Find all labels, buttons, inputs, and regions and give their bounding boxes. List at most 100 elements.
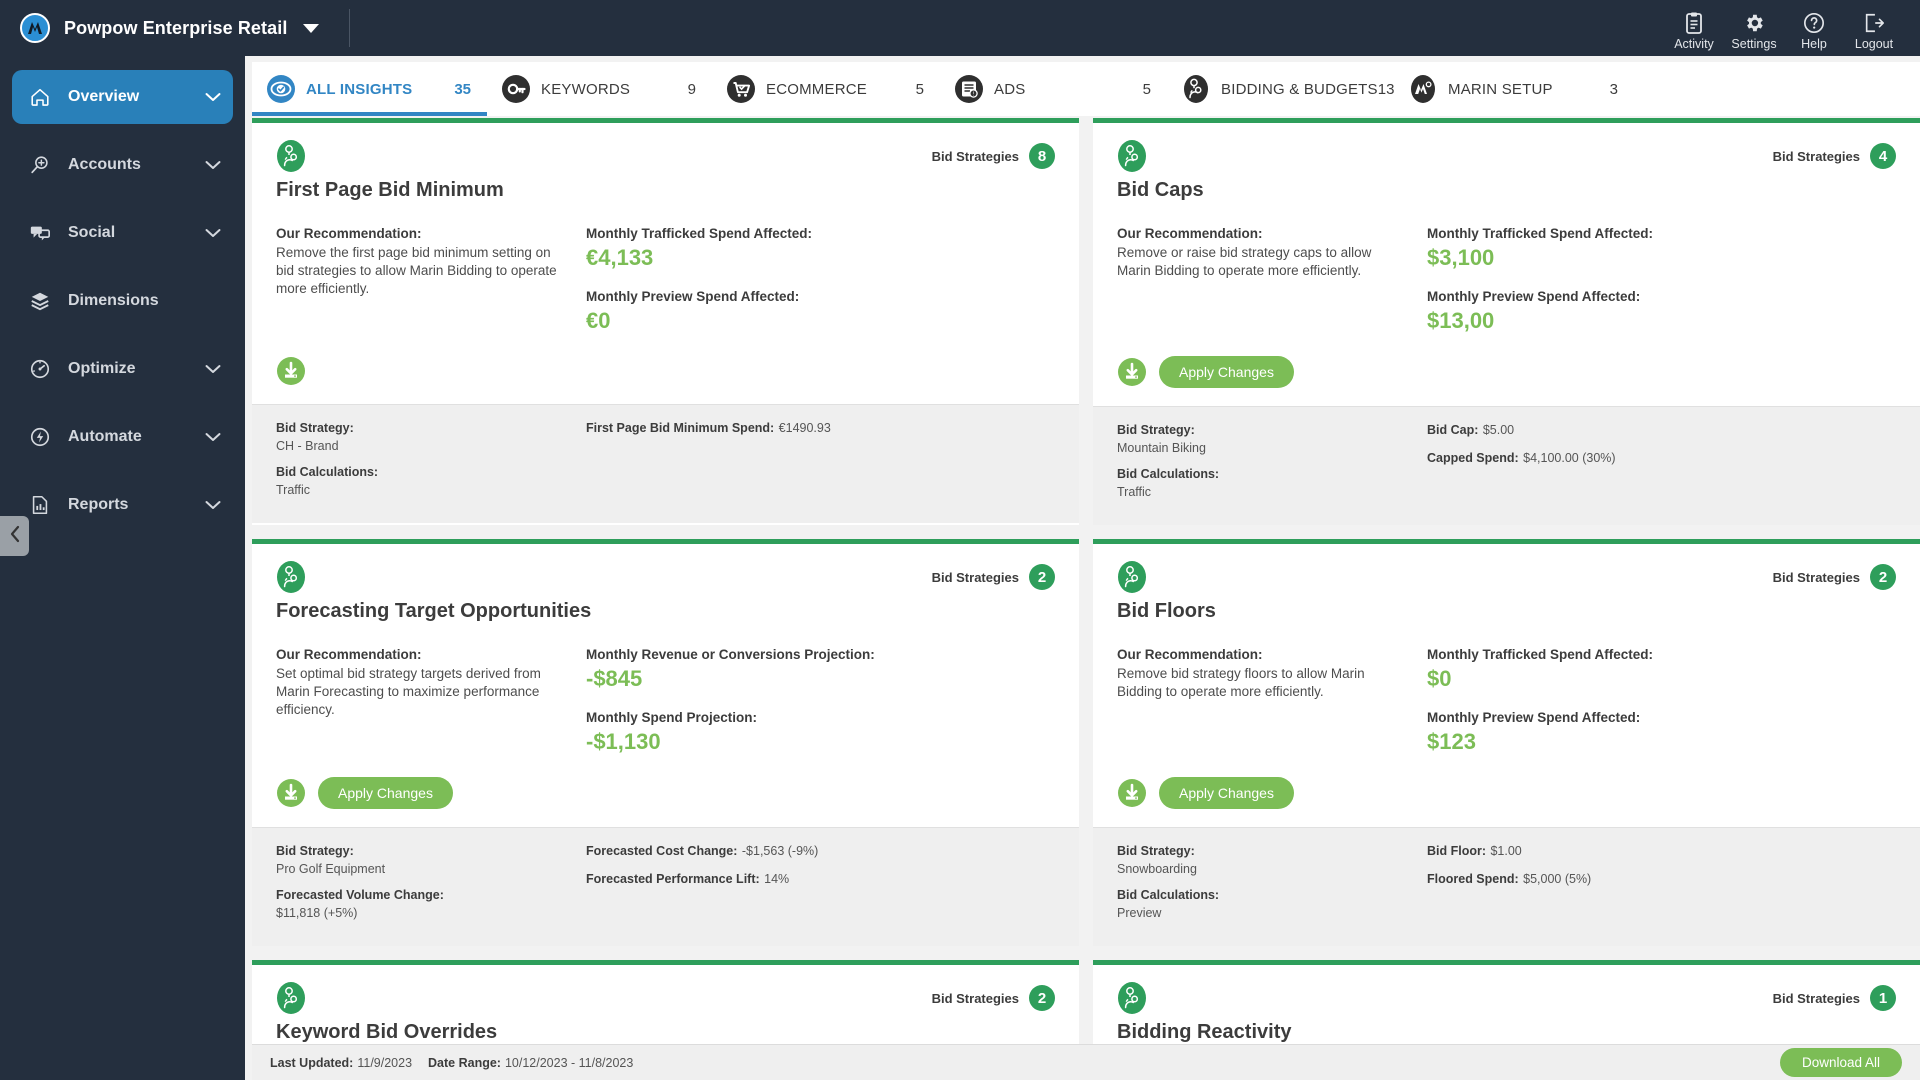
footer-key: Capped Spend: [1427,451,1519,465]
card-columns: Our Recommendation: Remove the first pag… [276,226,1055,334]
badge-label: Bid Strategies [1772,569,1860,585]
apply-changes-button[interactable]: Apply Changes [318,777,453,809]
footer-pair: Bid Floor: $1.00 [1427,842,1896,860]
sidebar-item-social[interactable]: Social [12,206,233,260]
recommendation-label: Our Recommendation: [1117,647,1263,662]
tab-ecommerce[interactable]: ECOMMERCE 5 [712,62,940,116]
settings-button[interactable]: Settings [1724,6,1784,51]
sidebar-collapse-button[interactable] [0,516,29,556]
card-actions: Apply Changes [276,777,1055,827]
chevron-down-icon[interactable] [303,23,320,33]
apply-changes-button[interactable]: Apply Changes [1159,777,1294,809]
tab-count-all-insights: 35 [454,80,471,98]
footer-key: Bid Strategy: [1117,844,1195,858]
footer-value: $1.00 [1490,844,1522,858]
download-icon[interactable] [276,778,306,808]
brand-block[interactable]: Powpow Enterprise Retail [0,13,320,43]
apply-changes-button[interactable]: Apply Changes [1159,356,1294,388]
tab-count-ads: 5 [1142,80,1151,98]
metric-value: €4,133 [586,245,654,270]
chevron-down-icon[interactable] [193,92,233,102]
key-icon [501,74,531,104]
card-columns: Our Recommendation: Remove bid strategy … [1117,647,1896,755]
tab-bidding-budgets[interactable]: BIDDING & BUDGETS 13 [1167,62,1394,116]
recommendation-text: Remove bid strategy floors to allow Mari… [1117,666,1365,700]
download-icon[interactable] [1117,357,1147,387]
footer-value: $11,818 (+5%) [276,906,358,920]
footer-pair: Forecasted Volume Change: $11,818 (+5%) [276,886,566,920]
card-title: Forecasting Target Opportunities [276,600,592,622]
tab-label-marin-setup: MARIN SETUP [1448,80,1553,98]
chevron-down-icon[interactable] [193,432,233,442]
sidebar-item-dimensions[interactable]: Dimensions [12,274,233,328]
chevron-down-icon[interactable] [193,364,233,374]
sidebar-item-automate[interactable]: Automate [12,410,233,464]
tab-keywords[interactable]: KEYWORDS 9 [487,62,712,116]
top-bar: Powpow Enterprise Retail Activity Settin… [0,0,1920,56]
footer-value: Traffic [1117,485,1152,499]
logout-button[interactable]: Logout [1844,6,1904,51]
footer-value: CH - Brand [276,439,339,453]
tab-all-insights[interactable]: ALL INSIGHTS 35 [252,62,487,116]
header-divider [349,9,351,47]
activity-button[interactable]: Activity [1664,6,1724,51]
footer-pair: Forecasted Cost Change: -$1,563 (-9%) [586,842,1055,860]
badge-label: Bid Strategies [1772,990,1860,1006]
sidebar-item-reports[interactable]: Reports [12,478,233,532]
metric-value: -$1,130 [586,729,661,754]
recommendation-label: Our Recommendation: [1117,226,1263,241]
chevron-down-icon[interactable] [193,160,233,170]
badge-label: Bid Strategies [931,990,1019,1006]
bidding-person-icon [1117,981,1147,1015]
tab-marin-setup[interactable]: MARIN SETUP 3 [1394,62,1634,116]
sidebar-item-overview[interactable]: Overview [12,70,233,124]
footer-key: Bid Calculations: [1117,888,1220,902]
magnifier-plus-icon [12,154,68,176]
footer-value: Mountain Biking [1117,441,1206,455]
metric-block: Monthly Preview Spend Affected: $13,00 [1427,289,1896,334]
recommendation-text: Remove the first page bid minimum settin… [276,245,557,297]
footer-pair: Bid Strategy: Mountain Biking [1117,421,1407,455]
card-footer: Bid Strategy: CH - Brand Bid Calculations… [252,404,1079,523]
footer-key: Bid Strategy: [1117,423,1195,437]
card-columns: Our Recommendation: Set optimal bid stra… [276,647,1055,755]
sidebar-item-accounts[interactable]: Accounts [12,138,233,192]
tab-label-keywords: KEYWORDS [541,80,631,98]
tab-ads[interactable]: ! ADS 5 [940,62,1167,116]
help-button[interactable]: Help [1784,6,1844,51]
insight-card: Bid Strategies 8 First Page Bid Minimum … [252,118,1079,525]
footer-key: Bid Floor: [1427,844,1487,858]
last-updated-label: Last Updated: [270,1055,354,1070]
marin-logo-icon [1408,74,1438,104]
footer-value: Pro Golf Equipment [276,862,386,876]
report-chart-icon [12,494,68,516]
settings-label: Settings [1731,36,1777,51]
chevron-down-icon[interactable] [193,228,233,238]
gauge-icon [12,358,68,380]
insight-category-tabs: ALL INSIGHTS 35 KEYWORDS 9 ECOMMERCE 5 !… [252,62,1920,116]
bidding-person-icon [276,139,306,173]
card-header: Bid Strategies 8 [276,139,1055,173]
metric-label: Monthly Revenue or Conversions Projectio… [586,647,875,662]
metric-value: €0 [586,308,611,333]
footer-pair: Bid Calculations: Traffic [276,463,566,497]
sidebar-item-optimize[interactable]: Optimize [12,342,233,396]
footer-key: Bid Calculations: [276,465,379,479]
download-icon[interactable] [276,356,306,386]
chevron-down-icon[interactable] [193,500,233,510]
download-icon[interactable] [1117,778,1147,808]
footer-left-column: Bid Strategy: Snowboarding Bid Calculatio… [1117,842,1427,930]
bolt-icon [12,426,68,448]
footer-key: Forecasted Volume Change: [276,888,444,902]
brand-title: Powpow Enterprise Retail [64,17,288,38]
metrics-column: Monthly Trafficked Spend Affected: €4,13… [586,226,1055,334]
recommendation-column: Our Recommendation: Remove bid strategy … [1117,647,1427,755]
bidding-person-icon [1117,139,1147,173]
sidebar-label-optimize: Optimize [68,360,136,377]
metric-label: Monthly Preview Spend Affected: [1427,710,1641,725]
metrics-column: Monthly Revenue or Conversions Projectio… [586,647,1055,755]
download-all-button[interactable]: Download All [1779,1048,1902,1077]
footer-right-column: Forecasted Cost Change: -$1,563 (-9%) Fo… [586,842,1055,930]
footer-key: Bid Calculations: [1117,467,1220,481]
badge-count: 8 [1029,143,1055,169]
